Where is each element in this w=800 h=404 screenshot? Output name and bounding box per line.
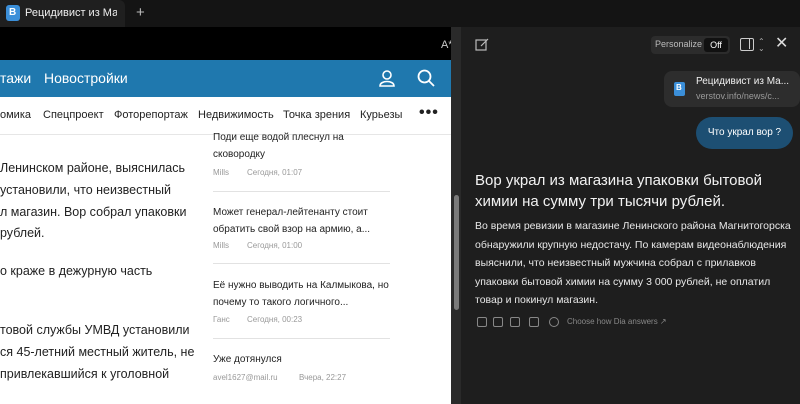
comment-time: Сегодня, 01:00 (247, 241, 303, 250)
share-icon[interactable] (529, 317, 539, 327)
new-tab-button[interactable]: + (136, 4, 145, 21)
site-header: тажи Новостройки (0, 60, 451, 97)
thumbs-up-icon[interactable] (477, 317, 487, 327)
divider (213, 191, 390, 192)
comment-author: Mills (213, 241, 229, 250)
choose-answers-link[interactable]: Choose how Dia answers ↗ (567, 317, 667, 326)
comment-text[interactable]: Может генерал-лейтенанту стоит обратить … (213, 204, 393, 238)
source-card[interactable]: В Рецидивист из Ма... verstov.info/news/… (664, 71, 800, 107)
comment-text[interactable]: Поди еще водой плеснул на сковородку (213, 129, 393, 163)
comment-meta: Mills Сегодня, 01:07 (213, 168, 302, 177)
category-opinion[interactable]: Точка зрения (283, 109, 350, 121)
article-text: л магазин. Вор собрал упаковки (0, 205, 187, 219)
personalize-toggle[interactable]: Off (704, 38, 728, 52)
answer-body: Во время ревизии в магазине Ленинского р… (475, 220, 791, 306)
answer-title: Вор украл из магазина упаковки бытовой х… (475, 172, 763, 210)
tab-bar: В Рецидивист из Магни + (0, 0, 800, 27)
more-menu-icon[interactable]: ••• (419, 104, 439, 122)
personalize-label: Personalize (655, 39, 703, 49)
article-text: установили, что неизвестный (0, 183, 171, 197)
article-text: привлекавшийся к уголовной (0, 367, 170, 381)
page-toolbar: A* (0, 27, 451, 60)
category-photo-report[interactable]: Фоторепортаж (114, 109, 188, 121)
close-icon[interactable]: ✕ (775, 33, 788, 53)
panel-layout-icon[interactable] (740, 38, 754, 51)
source-url: verstov.info/news/c... (696, 91, 780, 101)
scrollbar-thumb[interactable] (454, 195, 459, 310)
comment-text[interactable]: Её нужно выводить на Калмыкова, но почем… (213, 277, 393, 311)
category-curiosities[interactable]: Курьезы (360, 109, 402, 121)
article-text: о краже в дежурную часть (0, 264, 153, 278)
comment-time: Сегодня, 00:23 (247, 315, 303, 324)
search-icon[interactable] (416, 68, 436, 88)
source-title: Рецидивист из Ма... (696, 76, 790, 87)
comment-author: Ганс (213, 315, 230, 324)
new-chat-icon[interactable] (475, 38, 489, 52)
category-economy[interactable]: омика (0, 109, 31, 121)
tab-title: Рецидивист из Магни (25, 7, 117, 19)
article-text: Ленинском районе, выяснилась (0, 161, 185, 175)
user-message: Что украл вор ? (696, 117, 793, 149)
comment-meta: Mills Сегодня, 01:00 (213, 241, 302, 250)
category-special-project[interactable]: Спецпроект (43, 109, 104, 121)
article-text: рублей. (0, 226, 45, 240)
comment-time: Сегодня, 01:07 (247, 168, 303, 177)
article-text: ся 45-летний местный житель, не (0, 345, 195, 359)
nav-link-new-buildings[interactable]: Новостройки (44, 70, 128, 86)
article-text: товой службы УМВД установили (0, 323, 190, 337)
assistant-sidebar: Personalize Off ⌃ ⌄ ✕ В Рецидивист из Ма.… (461, 27, 800, 404)
settings-icon[interactable] (549, 317, 559, 327)
category-real-estate[interactable]: Недвижимость (198, 109, 274, 121)
active-tab[interactable]: В Рецидивист из Магни (0, 0, 125, 27)
comment-text[interactable]: Уже дотянулся (213, 351, 393, 368)
comment-author: avel1627@mail.ru (213, 373, 278, 382)
divider (213, 338, 390, 339)
site-favicon-icon: В (674, 82, 685, 96)
personalize-control[interactable]: Personalize Off (651, 36, 730, 54)
comment-author: Mills (213, 168, 229, 177)
chevron-updown-icon[interactable]: ⌃ ⌄ (758, 38, 765, 53)
user-icon[interactable] (377, 68, 397, 88)
web-page: A* тажи Новостройки омика Спецпроект Фот… (0, 27, 451, 404)
comment-time: Вчера, 22:27 (299, 373, 347, 382)
divider (213, 263, 390, 264)
thumbs-down-icon[interactable] (493, 317, 503, 327)
comment-meta: Ганс Сегодня, 00:23 (213, 315, 302, 324)
comment-meta: avel1627@mail.ru Вчера, 22:27 (213, 373, 346, 382)
site-favicon-icon: В (6, 5, 20, 21)
browser-window: В Рецидивист из Магни + A* тажи Новостро… (0, 0, 800, 404)
nav-link-reportage[interactable]: тажи (0, 70, 31, 86)
copy-icon[interactable] (510, 317, 520, 327)
translate-icon[interactable]: A* (441, 39, 451, 51)
